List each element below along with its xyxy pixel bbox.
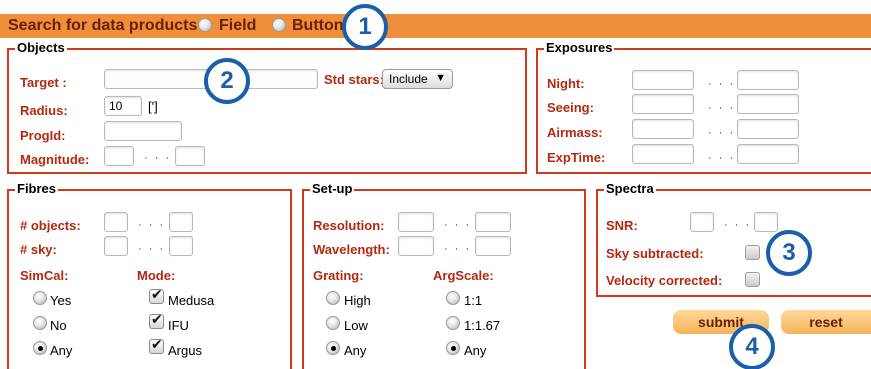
exposures-legend: Exposures: [544, 40, 615, 55]
mode-label: Mode:: [137, 268, 176, 283]
night-max-input[interactable]: [737, 70, 799, 90]
simcal-yes-label[interactable]: Yes: [50, 293, 71, 308]
argscale-any-label[interactable]: Any: [464, 343, 486, 358]
snr-label: SNR:: [606, 218, 638, 233]
mode-ifu-label[interactable]: IFU: [168, 318, 189, 333]
search-title: Search for data products: [8, 17, 198, 34]
button-option-label[interactable]: Button: [292, 17, 344, 35]
mode-medusa-checkbox[interactable]: [149, 287, 164, 304]
grating-label: Grating:: [313, 268, 364, 283]
airmass-min-input[interactable]: [632, 119, 694, 139]
objects-count-max-input[interactable]: [169, 212, 193, 232]
chevron-down-icon: ▼: [435, 72, 446, 84]
resolution-range-separator: · · ·: [444, 219, 472, 231]
argscale-1-1-radio[interactable]: [446, 291, 460, 305]
std-stars-value: Include: [389, 72, 428, 86]
sky-subtracted-checkbox[interactable]: [745, 245, 760, 260]
objects-count-min-input[interactable]: [104, 212, 128, 232]
sky-count-max-input[interactable]: [169, 236, 193, 256]
grating-high-radio[interactable]: [326, 291, 340, 305]
radius-label: Radius:: [20, 103, 68, 118]
std-stars-label: Std stars:: [324, 72, 384, 87]
argscale-1-1.67-radio[interactable]: [446, 316, 460, 330]
wavelength-range-separator: · · ·: [444, 243, 472, 255]
mode-ifu-checkbox[interactable]: [149, 312, 164, 329]
magnitude-range-separator: · · ·: [144, 152, 172, 164]
setup-legend: Set-up: [310, 181, 355, 196]
wavelength-label: Wavelength:: [313, 242, 390, 257]
reset-button[interactable]: reset: [781, 310, 871, 334]
argscale-label: ArgScale:: [433, 268, 494, 283]
callout-2: 2: [204, 58, 250, 104]
button-radio[interactable]: [272, 18, 286, 32]
velocity-corrected-label: Velocity corrected:: [606, 273, 723, 288]
argscale-1-1.67-label[interactable]: 1:1.67: [464, 318, 500, 333]
sky-count-min-input[interactable]: [104, 236, 128, 256]
seeing-label: Seeing:: [547, 100, 594, 115]
night-range-separator: · · ·: [708, 78, 736, 90]
resolution-max-input[interactable]: [475, 212, 511, 232]
snr-range-separator: · · ·: [724, 219, 752, 231]
sky-count-range-separator: · · ·: [138, 243, 166, 255]
airmass-range-separator: · · ·: [708, 127, 736, 139]
simcal-any-label[interactable]: Any: [50, 343, 72, 358]
simcal-no-radio[interactable]: [33, 316, 47, 330]
radius-input[interactable]: [104, 96, 142, 116]
argscale-1-1-label[interactable]: 1:1: [464, 293, 482, 308]
simcal-yes-radio[interactable]: [33, 291, 47, 305]
velocity-corrected-checkbox[interactable]: [745, 272, 760, 287]
magnitude-min-input[interactable]: [104, 146, 134, 166]
snr-max-input[interactable]: [754, 212, 778, 232]
grating-low-label[interactable]: Low: [344, 318, 368, 333]
magnitude-max-input[interactable]: [175, 146, 205, 166]
night-label: Night:: [547, 76, 585, 91]
seeing-range-separator: · · ·: [708, 102, 736, 114]
airmass-max-input[interactable]: [737, 119, 799, 139]
resolution-min-input[interactable]: [398, 212, 434, 232]
argscale-any-radio[interactable]: [446, 341, 460, 355]
grating-low-radio[interactable]: [326, 316, 340, 330]
mode-argus-label[interactable]: Argus: [168, 343, 202, 358]
progid-input[interactable]: [104, 121, 182, 141]
field-option-label[interactable]: Field: [219, 17, 256, 35]
magnitude-label: Magnitude:: [20, 152, 90, 167]
target-label: Target :: [20, 75, 67, 90]
callout-1: 1: [342, 4, 388, 50]
exptime-range-separator: · · ·: [708, 152, 736, 164]
seeing-max-input[interactable]: [737, 94, 799, 114]
objects-count-range-separator: · · ·: [138, 219, 166, 231]
exptime-max-input[interactable]: [737, 144, 799, 164]
fibres-legend: Fibres: [15, 181, 59, 196]
callout-4: 4: [729, 324, 775, 369]
exptime-label: ExpTime:: [547, 150, 606, 165]
mode-medusa-label[interactable]: Medusa: [168, 293, 214, 308]
callout-3: 3: [766, 230, 812, 276]
exptime-min-input[interactable]: [632, 144, 694, 164]
wavelength-min-input[interactable]: [398, 236, 434, 256]
radius-unit: [']: [148, 99, 158, 114]
simcal-label: SimCal:: [20, 268, 69, 283]
airmass-label: Airmass:: [547, 125, 603, 140]
objects-legend: Objects: [15, 40, 67, 55]
simcal-no-label[interactable]: No: [50, 318, 67, 333]
sky-subtracted-label: Sky subtracted:: [606, 246, 704, 261]
objects-count-label: # objects:: [20, 218, 81, 233]
wavelength-max-input[interactable]: [475, 236, 511, 256]
search-header-bar: Search for data products Field Button: [0, 14, 871, 38]
resolution-label: Resolution:: [313, 218, 385, 233]
grating-high-label[interactable]: High: [344, 293, 371, 308]
snr-min-input[interactable]: [690, 212, 714, 232]
seeing-min-input[interactable]: [632, 94, 694, 114]
grating-any-radio[interactable]: [326, 341, 340, 355]
sky-count-label: # sky:: [20, 242, 57, 257]
field-radio[interactable]: [198, 18, 212, 32]
mode-argus-checkbox[interactable]: [149, 337, 164, 354]
spectra-legend: Spectra: [604, 181, 656, 196]
progid-label: ProgId:: [20, 128, 66, 143]
night-min-input[interactable]: [632, 70, 694, 90]
grating-any-label[interactable]: Any: [344, 343, 366, 358]
std-stars-select[interactable]: Include ▼: [382, 69, 453, 89]
simcal-any-radio[interactable]: [33, 341, 47, 355]
